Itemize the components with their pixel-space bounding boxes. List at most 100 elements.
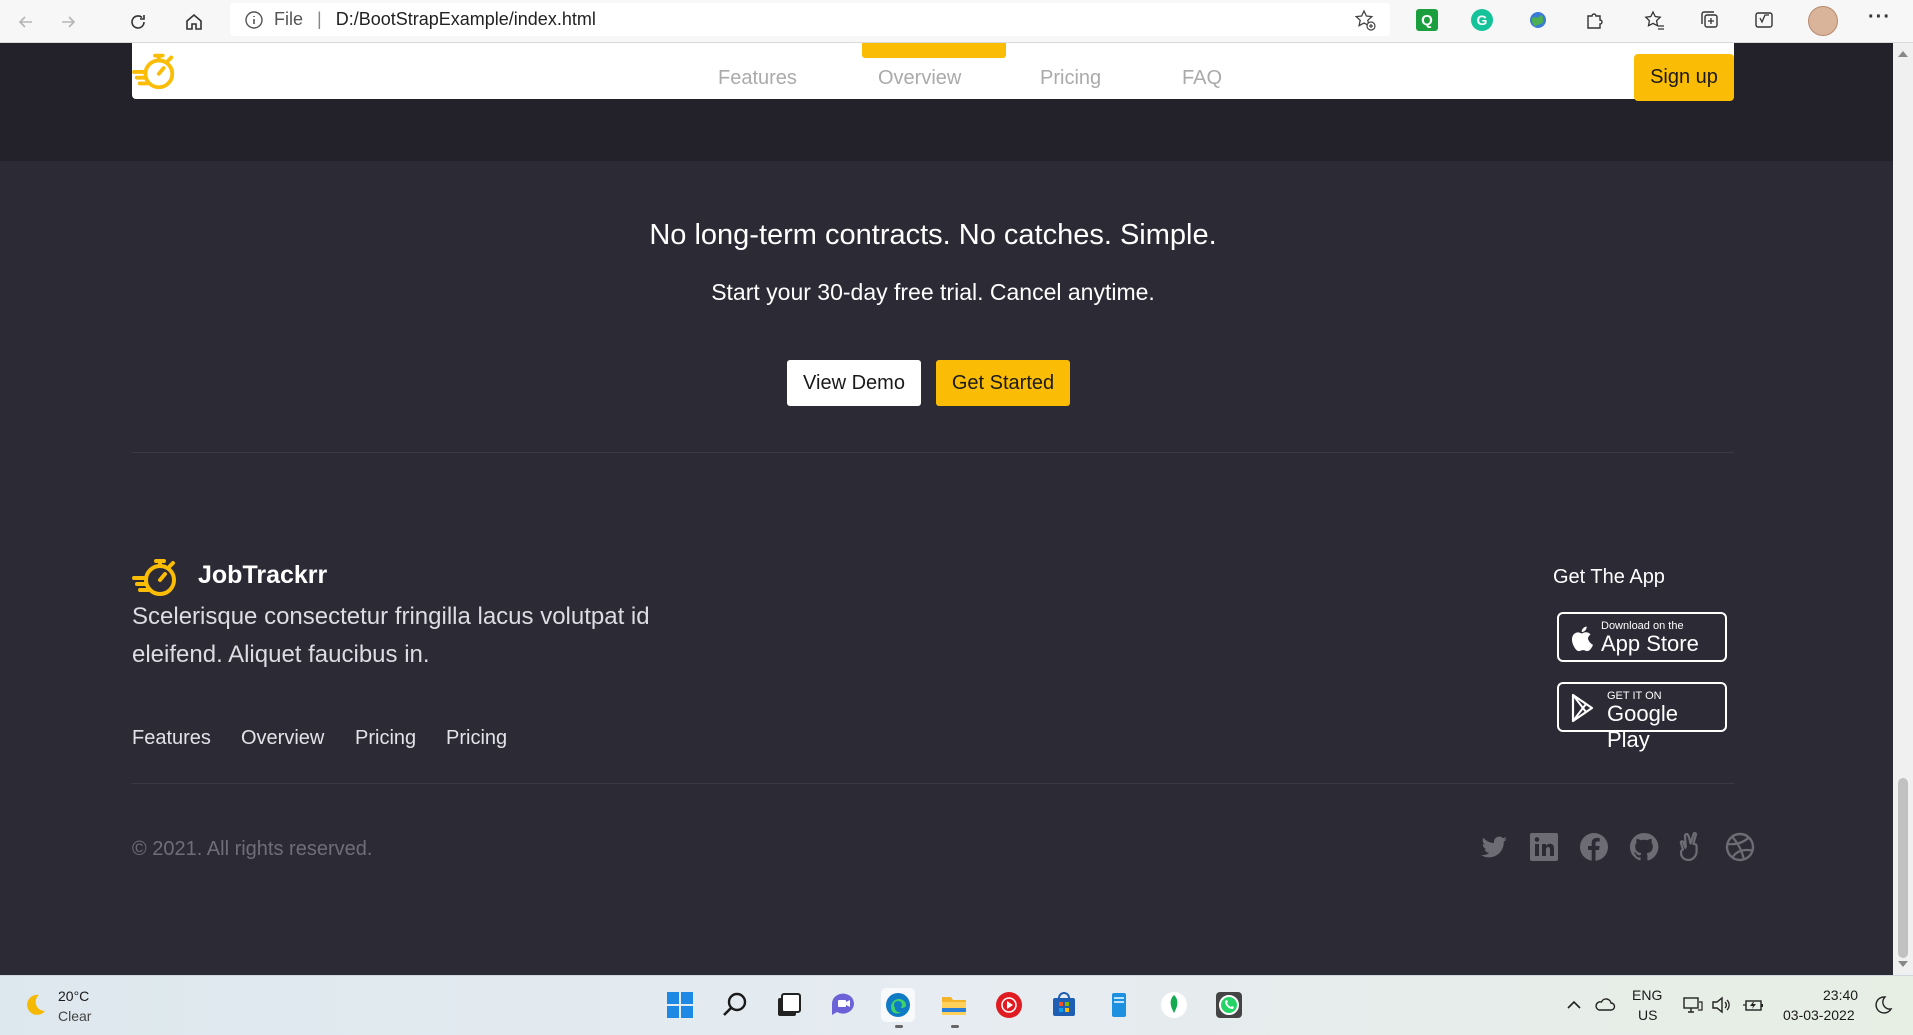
footer-link-overview[interactable]: Overview: [241, 727, 324, 750]
notepad-button[interactable]: [1102, 988, 1136, 1022]
arrow-right-icon: [62, 16, 76, 28]
linkedin-link[interactable]: [1528, 831, 1560, 863]
search-icon: [723, 992, 747, 1016]
favorites-button[interactable]: [1642, 8, 1666, 32]
task-view-button[interactable]: [771, 988, 805, 1022]
teams-chat-icon: [831, 993, 854, 1015]
q-extension-icon: Q: [1416, 9, 1438, 31]
clock-time[interactable]: 23:40: [1823, 987, 1858, 1003]
github-link[interactable]: [1628, 831, 1660, 863]
windows-taskbar: 20°C Clear ENG US 23:40 03-03-2022: [0, 975, 1913, 1035]
nav-features[interactable]: Features: [718, 67, 797, 90]
edge-taskbar-button[interactable]: [881, 988, 915, 1028]
language-indicator[interactable]: ENG: [1632, 987, 1662, 1003]
page-viewport: Features Overview Pricing FAQ Sign up No…: [0, 43, 1893, 975]
view-demo-button[interactable]: View Demo: [787, 360, 921, 406]
twitter-icon: [1481, 836, 1507, 858]
store-button[interactable]: [1047, 988, 1081, 1022]
twitter-link[interactable]: [1478, 831, 1510, 863]
search-button[interactable]: [718, 988, 752, 1022]
address-bar[interactable]: File | D:/BootStrapExample/index.html: [230, 3, 1390, 36]
profile-avatar[interactable]: [1808, 6, 1838, 36]
app-store-badge[interactable]: Download on the App Store: [1557, 612, 1727, 662]
region-indicator[interactable]: US: [1638, 1007, 1657, 1023]
scroll-up-arrow-icon[interactable]: [1898, 51, 1908, 57]
stopwatch-logo-icon[interactable]: [132, 552, 180, 600]
home-icon: [186, 13, 202, 30]
browser-toolbar: File | D:/BootStrapExample/index.html Q …: [0, 0, 1913, 43]
url-text[interactable]: D:/BootStrapExample/index.html: [336, 9, 596, 30]
google-play-badge[interactable]: GET IT ON Google Play: [1557, 682, 1727, 752]
scroll-down-arrow-icon[interactable]: [1898, 961, 1908, 967]
file-explorer-button[interactable]: [937, 988, 971, 1028]
math-solver-icon: [1755, 12, 1773, 28]
back-button[interactable]: [10, 6, 42, 38]
clock-date[interactable]: 03-03-2022: [1783, 1007, 1855, 1023]
favorites-icon: [1644, 10, 1664, 30]
footer-link-features[interactable]: Features: [132, 727, 211, 750]
math-solver-button[interactable]: [1752, 8, 1776, 32]
battery-button[interactable]: [1742, 994, 1764, 1016]
show-hidden-icons-button[interactable]: [1563, 994, 1585, 1016]
page-scrollbar[interactable]: [1893, 43, 1913, 975]
folder-icon: [942, 997, 966, 1015]
chat-button[interactable]: [826, 988, 860, 1022]
forward-button[interactable]: [52, 6, 84, 38]
signup-button[interactable]: Sign up: [1634, 54, 1734, 101]
weather-description[interactable]: Clear: [58, 1008, 91, 1024]
brand-name[interactable]: JobTrackrr: [198, 561, 327, 590]
arrow-left-icon: [18, 16, 32, 28]
onedrive-button[interactable]: [1594, 994, 1616, 1016]
linkedin-icon: [1530, 833, 1558, 861]
scroll-thumb[interactable]: [1898, 778, 1908, 958]
facebook-icon: [1580, 833, 1608, 861]
section-divider: [132, 452, 1734, 453]
info-icon[interactable]: [244, 10, 264, 30]
footer-link-pricing-2[interactable]: Pricing: [446, 727, 507, 750]
weather-temperature[interactable]: 20°C: [58, 988, 89, 1004]
app-store-big-text: App Store: [1601, 631, 1699, 656]
active-indicator: [895, 1025, 903, 1028]
get-started-button[interactable]: Get Started: [936, 360, 1070, 406]
cloud-icon: [1595, 998, 1616, 1011]
focus-assist-button[interactable]: [1872, 994, 1894, 1016]
network-button[interactable]: [1682, 994, 1704, 1016]
battery-charging-icon: [1743, 1000, 1763, 1011]
extensions-button[interactable]: [1582, 8, 1606, 32]
github-icon: [1629, 832, 1659, 861]
reload-icon: [131, 15, 145, 29]
google-play-big-text: Google Play: [1607, 701, 1678, 752]
microsoft-store-icon: [1053, 992, 1075, 1016]
nav-pricing[interactable]: Pricing: [1040, 67, 1101, 90]
network-icon: [1683, 997, 1703, 1013]
facebook-link[interactable]: [1578, 831, 1610, 863]
mongodb-button[interactable]: [1157, 988, 1191, 1022]
footer-divider: [132, 783, 1734, 784]
add-favorite-icon[interactable]: [1354, 9, 1376, 31]
cta-title: No long-term contracts. No catches. Simp…: [649, 219, 1217, 251]
moon-weather-icon[interactable]: [22, 992, 48, 1018]
nav-active-indicator: [862, 43, 1006, 58]
home-button[interactable]: [178, 6, 210, 38]
volume-button[interactable]: [1710, 994, 1732, 1016]
footer-link-pricing[interactable]: Pricing: [355, 727, 416, 750]
stopwatch-logo-icon[interactable]: [132, 47, 178, 93]
extension-q[interactable]: Q: [1415, 8, 1439, 32]
reload-button[interactable]: [122, 6, 154, 38]
extension-grammarly[interactable]: G: [1470, 8, 1494, 32]
collections-button[interactable]: [1698, 8, 1722, 32]
footer-tagline: Scelerisque consectetur fringilla lacus …: [132, 603, 650, 668]
address-separator: |: [317, 9, 322, 29]
youtube-music-button[interactable]: [992, 988, 1026, 1022]
settings-more-button[interactable]: ···: [1868, 6, 1891, 29]
start-button[interactable]: [663, 988, 697, 1022]
whatsapp-icon: [1216, 992, 1242, 1018]
angellist-link[interactable]: [1676, 831, 1708, 863]
whatsapp-button[interactable]: [1212, 988, 1246, 1022]
dribbble-link[interactable]: [1724, 831, 1756, 863]
nav-overview[interactable]: Overview: [878, 67, 961, 90]
dribbble-icon: [1725, 832, 1755, 862]
windows-icon: [667, 992, 693, 1018]
extension-globe[interactable]: [1526, 8, 1550, 32]
nav-faq[interactable]: FAQ: [1182, 67, 1222, 90]
